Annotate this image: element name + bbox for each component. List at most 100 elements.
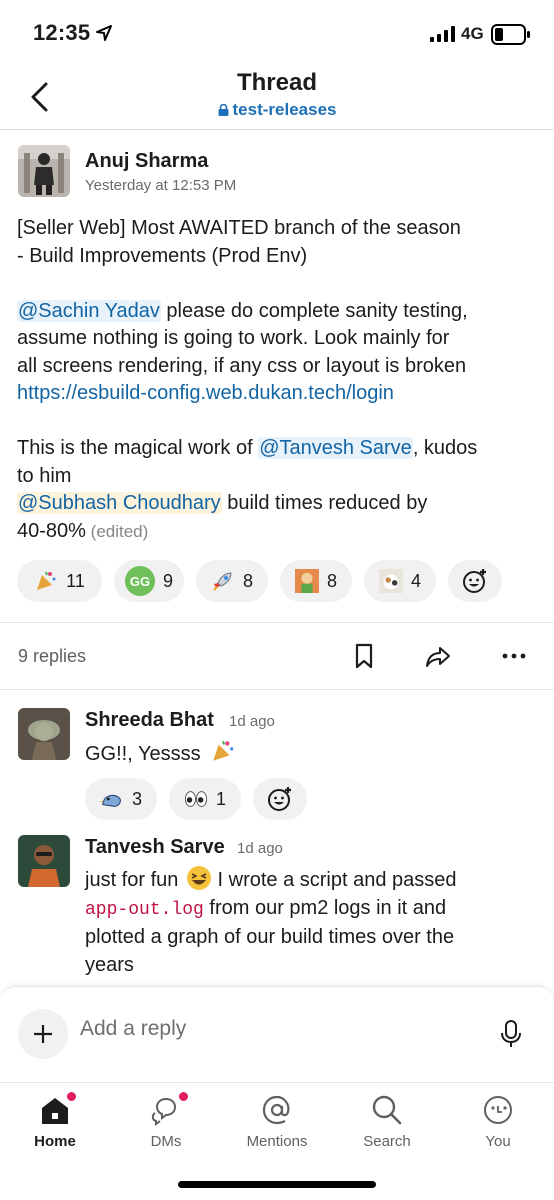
message-text: please do complete sanity testing,: [160, 299, 468, 322]
avatar-photo: [18, 145, 70, 197]
gg-badge-icon: GG: [124, 566, 155, 596]
reply-time: 1d ago: [229, 713, 275, 730]
party-popper-icon: [213, 740, 234, 761]
mention-sachin[interactable]: @Sachin Yadav: [17, 299, 161, 322]
thread-header: Thread test-releases: [0, 62, 554, 130]
bird-icon: [99, 787, 124, 811]
reaction-rocket[interactable]: 8: [196, 560, 268, 602]
reply-text: years: [85, 953, 134, 976]
replies-bar: 9 replies: [0, 622, 554, 690]
reply-text: plotted a graph of our build times over …: [85, 926, 455, 948]
lock-icon: [218, 104, 229, 116]
message-line: assume nothing is going to work. Look ma…: [17, 327, 450, 349]
more-options-icon[interactable]: [500, 641, 528, 671]
tab-you[interactable]: You: [448, 1093, 548, 1157]
reply-time: 1d ago: [237, 840, 283, 857]
signal-bars-icon: [430, 26, 455, 42]
inline-code: app-out.log: [85, 899, 204, 920]
reaction-party[interactable]: 11: [17, 560, 102, 602]
tab-bar: Home DMs Mentions Search You: [0, 1082, 554, 1200]
message-body: [Seller Web] Most AWAITED branch of the …: [17, 215, 542, 545]
reaction-count: 3: [131, 788, 142, 809]
channel-name: test-releases: [232, 100, 337, 119]
reaction-bird[interactable]: 3: [85, 778, 157, 820]
tab-search[interactable]: Search: [337, 1093, 437, 1157]
reply-body: GG!!, Yessss: [85, 738, 236, 769]
battery-icon: [491, 24, 530, 45]
reaction-count: 1: [215, 788, 226, 809]
message-link[interactable]: https://esbuild-config.web.dukan.tech/lo…: [17, 382, 394, 404]
message-text: build times reduced by: [221, 492, 428, 514]
message-line: all screens rendering, if any css or lay…: [17, 354, 467, 377]
avatar-anuj[interactable]: [18, 145, 70, 197]
message-author[interactable]: Anuj Sharma: [85, 150, 208, 173]
add-reaction-button[interactable]: [253, 778, 307, 820]
message-line: [Seller Web] Most AWAITED branch of the …: [17, 217, 461, 239]
message-timestamp: Yesterday at 12:53 PM: [85, 177, 237, 194]
reaction-count: 4: [410, 570, 421, 591]
mention-tanvesh[interactable]: @Tanvesh Sarve: [258, 437, 413, 459]
grinning-squint-icon: [186, 866, 211, 890]
reply-body: just for fun I wrote a script and passed…: [85, 865, 535, 979]
add-emoji-icon: [463, 569, 486, 593]
reaction-eyes[interactable]: 1: [169, 778, 241, 820]
cat-photo-icon: [378, 569, 403, 593]
tab-mentions[interactable]: Mentions: [227, 1093, 327, 1157]
reply-text: just for fun: [85, 869, 179, 891]
message-text: 40-80%: [17, 519, 86, 542]
bookmark-icon[interactable]: [350, 641, 378, 671]
tab-label: Search: [363, 1133, 411, 1150]
edited-label: (edited): [85, 521, 149, 541]
cartoon-face-icon: [294, 569, 319, 593]
reply-text: GG!!, Yessss: [85, 743, 201, 765]
search-icon: [372, 1095, 402, 1125]
message-line: to him: [17, 464, 72, 487]
reaction-count: 9: [162, 570, 173, 591]
tab-label: Mentions: [246, 1133, 308, 1150]
tab-label: DMs: [150, 1133, 182, 1150]
channel-link[interactable]: test-releases: [0, 100, 554, 120]
avatar-tanvesh[interactable]: [18, 835, 70, 887]
status-bar: 12:35 4G: [0, 0, 554, 62]
tab-label: You: [485, 1133, 511, 1150]
reply-author[interactable]: Shreeda Bhat: [85, 709, 214, 732]
share-icon[interactable]: [424, 641, 452, 671]
notification-dot: [177, 1090, 190, 1103]
eyes-icon: [184, 787, 208, 811]
reaction-count: 11: [66, 570, 85, 591]
reaction-count: 8: [326, 570, 337, 591]
reply-input[interactable]: Add a reply: [80, 1017, 460, 1041]
add-reaction-button[interactable]: [448, 560, 502, 602]
status-time: 12:35: [33, 20, 91, 45]
profile-status-icon: [484, 1096, 512, 1124]
plus-icon: [34, 1025, 52, 1043]
reaction-cartoon[interactable]: 8: [280, 560, 352, 602]
reply-composer: Add a reply: [0, 986, 554, 1082]
reaction-count: 8: [242, 570, 253, 591]
tab-home[interactable]: Home: [5, 1090, 105, 1157]
reply-author[interactable]: Tanvesh Sarve: [85, 836, 225, 859]
avatar-shreeda[interactable]: [18, 708, 70, 760]
reply-text: from our pm2 logs in it and: [203, 896, 447, 919]
location-arrow-icon: [96, 25, 112, 41]
microphone-icon[interactable]: [500, 1019, 522, 1049]
rocket-icon: [211, 569, 235, 593]
message-line: - Build Improvements (Prod Env): [17, 244, 308, 267]
message-text: , kudos: [412, 437, 478, 459]
avatar-photo: [18, 708, 70, 760]
page-title: Thread: [236, 69, 317, 96]
home-indicator: [178, 1181, 376, 1188]
notification-dot: [65, 1090, 78, 1103]
tab-dms[interactable]: DMs: [116, 1090, 216, 1157]
attach-button[interactable]: [18, 1009, 68, 1059]
network-type: 4G: [461, 24, 484, 43]
reply-text: I wrote a script and passed: [211, 869, 457, 891]
replies-count: 9 replies: [18, 646, 87, 666]
tab-label: Home: [34, 1133, 76, 1150]
add-emoji-icon: [268, 787, 291, 811]
avatar-photo: [18, 835, 70, 887]
reaction-gg[interactable]: GG 9: [114, 560, 184, 602]
party-popper-icon: [34, 569, 58, 593]
mention-subhash[interactable]: @Subhash Choudhary: [17, 492, 222, 514]
reaction-cat[interactable]: 4: [364, 560, 436, 602]
